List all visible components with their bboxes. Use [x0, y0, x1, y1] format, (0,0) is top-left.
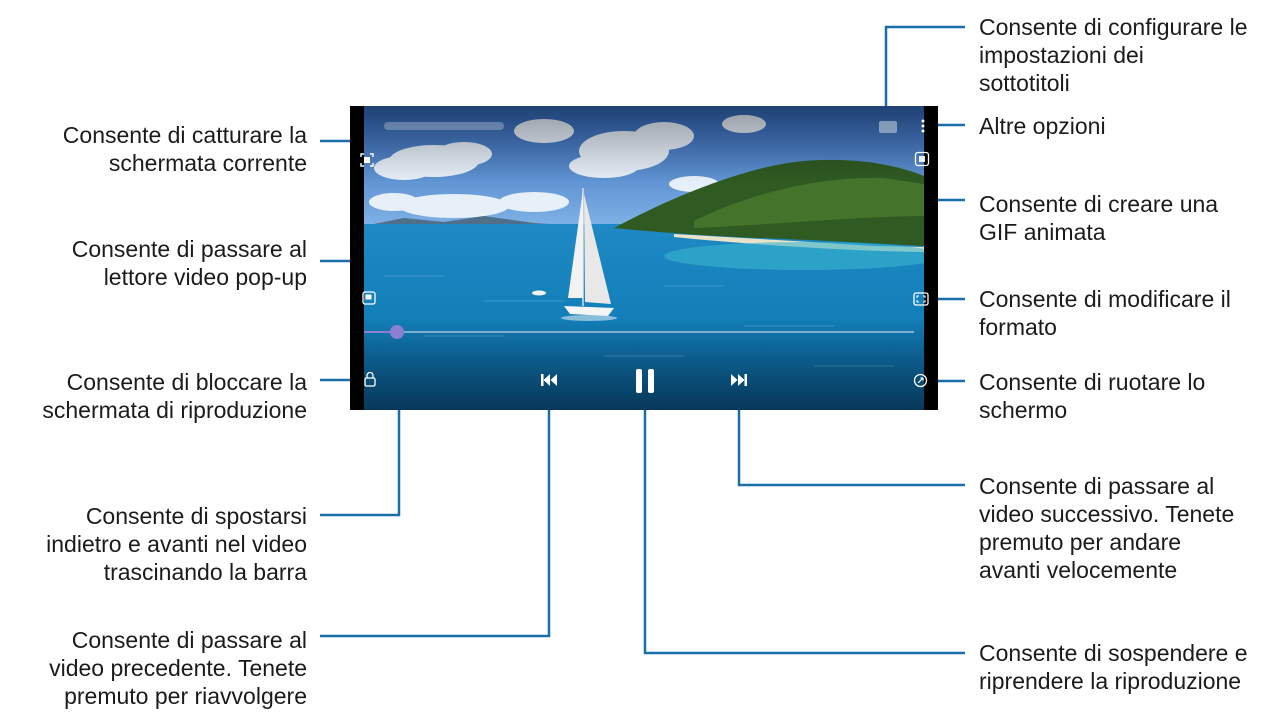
more-options-icon	[921, 119, 925, 133]
seek-track	[364, 331, 914, 333]
more-options-button[interactable]	[918, 118, 928, 134]
capture-icon	[360, 153, 374, 167]
video-scene	[364, 106, 924, 410]
annotation-lock: Consente di bloccare la schermata di rip…	[42, 369, 307, 423]
annotation-pause: Consente di sospendere e riprendere la r…	[979, 640, 1248, 694]
annotation-more: Altre opzioni	[979, 113, 1106, 139]
annotation-seek: Consente di spostarsi indietro e avanti …	[46, 503, 307, 585]
annotation-capture: Consente di catturare la schermata corre…	[62, 122, 307, 176]
next-icon	[731, 374, 747, 386]
annotation-popup: Consente di passare al lettore video pop…	[71, 236, 307, 290]
annotation-rotate: Consente di ruotare lo schermo	[979, 369, 1206, 423]
subtitles-icon	[879, 121, 897, 133]
pause-button[interactable]	[633, 367, 657, 395]
seek-bar[interactable]	[364, 325, 914, 339]
video-frame[interactable]	[364, 106, 924, 410]
capture-button[interactable]	[359, 152, 375, 168]
annotation-subtitles: Consente di configurare le impostazioni …	[979, 14, 1248, 96]
subtitles-button[interactable]	[878, 120, 898, 134]
leader-pause	[643, 398, 965, 655]
lock-icon	[364, 371, 376, 387]
rotate-button[interactable]	[913, 373, 928, 388]
rotate-icon	[913, 373, 928, 388]
pause-icon	[636, 369, 654, 393]
annotation-previous: Consente di passare al video precedente.…	[49, 627, 307, 709]
previous-button[interactable]	[540, 372, 558, 388]
popup-player-button[interactable]	[362, 291, 376, 305]
lock-button[interactable]	[363, 371, 377, 387]
next-button[interactable]	[730, 372, 748, 388]
seek-thumb[interactable]	[390, 325, 404, 339]
popup-player-icon	[362, 291, 376, 305]
annotation-next: Consente di passare al video successivo.…	[979, 473, 1235, 583]
aspect-ratio-button[interactable]	[913, 292, 929, 306]
gif-icon	[914, 151, 930, 167]
gif-button[interactable]	[914, 151, 930, 167]
video-player	[350, 106, 938, 410]
annotation-gif: Consente di creare una GIF animata	[979, 191, 1219, 245]
annotation-ratio: Consente di modificare il formato	[979, 286, 1231, 340]
previous-icon	[541, 374, 557, 386]
aspect-ratio-icon	[913, 292, 929, 306]
